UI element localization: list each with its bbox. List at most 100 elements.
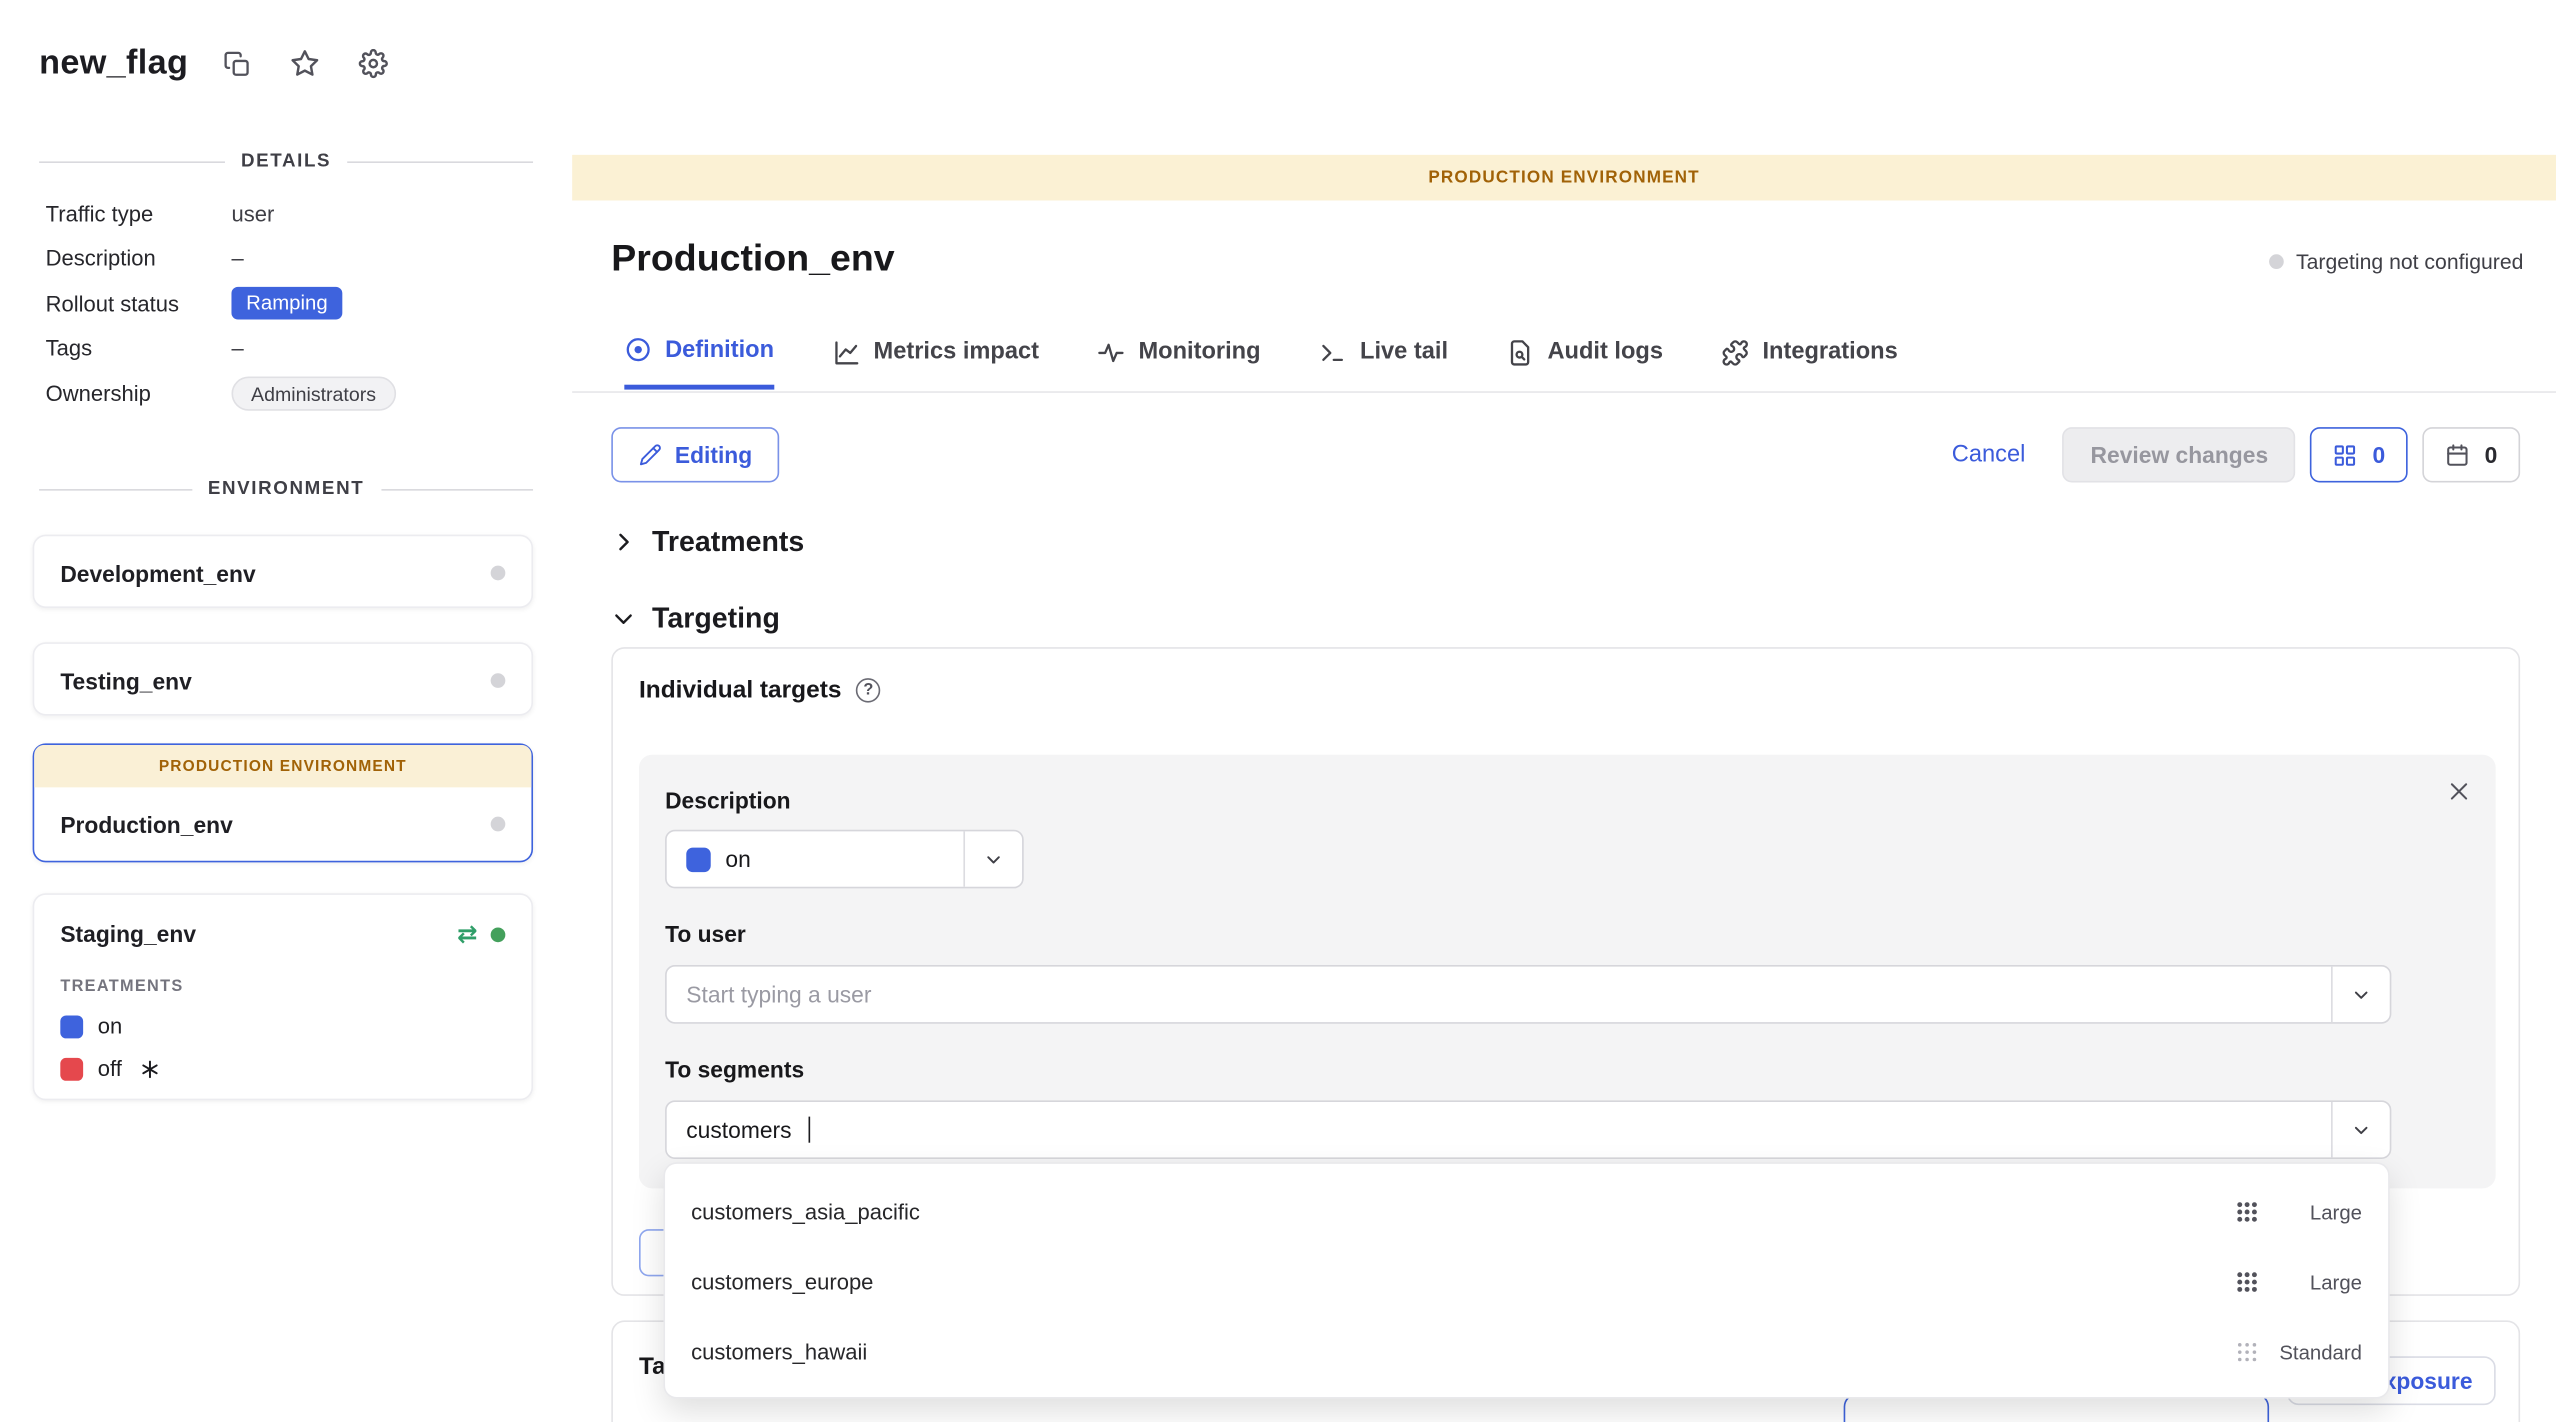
treatment-select-chevron[interactable]: [963, 831, 1022, 886]
details-section-header: DETAILS: [39, 152, 533, 172]
text-cursor: [808, 1117, 810, 1143]
treatments-caption: TREATMENTS: [34, 978, 531, 996]
live-tail-tab-icon: [1319, 338, 1347, 366]
chevron-right-icon: [611, 530, 635, 554]
treatment-off-swatch: [60, 1057, 83, 1080]
chevron-down-icon: [983, 848, 1004, 869]
to-user-input[interactable]: Start typing a user: [665, 965, 2391, 1024]
to-segments-input[interactable]: customers: [665, 1100, 2391, 1159]
grid-icon: [2333, 443, 2357, 467]
remove-target-button[interactable]: [2444, 776, 2475, 807]
treatment-select-value: on: [725, 846, 750, 872]
traffic-type-label: Traffic type: [46, 202, 232, 226]
description-row: Description –: [46, 243, 535, 274]
segment-grid-icon: [2236, 1271, 2257, 1292]
active-status-dot: [491, 927, 506, 942]
targeting-section-toggle[interactable]: Targeting: [611, 602, 780, 636]
to-segments-field-label: To segments: [665, 1056, 804, 1082]
segment-size-label: Large: [2277, 1271, 2362, 1294]
to-user-placeholder: Start typing a user: [686, 981, 871, 1007]
treatment-color-swatch: [686, 847, 710, 871]
env-card-development[interactable]: Development_env: [33, 535, 533, 608]
description-value: –: [231, 246, 243, 270]
status-dot: [491, 673, 506, 688]
tab-live-tail[interactable]: Live tail: [1319, 336, 1448, 390]
to-user-field-label: To user: [665, 921, 746, 947]
monitoring-tab-icon: [1098, 338, 1126, 366]
chevron-down-icon: [2351, 1119, 2372, 1140]
pencil-icon: [639, 443, 662, 466]
description-field-label: Description: [665, 787, 791, 813]
cancel-button[interactable]: Cancel: [1952, 442, 2026, 468]
segment-option-asia-pacific[interactable]: customers_asia_pacific Large: [665, 1177, 2388, 1247]
help-icon[interactable]: ?: [856, 678, 880, 702]
environment-title: ENVIRONMENT: [208, 479, 364, 499]
env-name: Testing_env: [60, 668, 191, 694]
definition-tab-icon: [624, 336, 652, 364]
status-dot: [2268, 254, 2283, 269]
env-card-testing[interactable]: Testing_env: [33, 642, 533, 715]
tab-monitoring[interactable]: Monitoring: [1098, 336, 1261, 390]
tab-definition[interactable]: Definition: [624, 336, 774, 390]
individual-targets-title: Individual targets ?: [639, 676, 881, 704]
treatments-section-toggle[interactable]: Treatments: [611, 525, 804, 559]
production-environment-label: PRODUCTION ENVIRONMENT: [34, 745, 531, 787]
segment-size-label: Large: [2277, 1201, 2362, 1224]
sidebar: DETAILS Traffic type user Description – …: [0, 0, 572, 1421]
layout-count-button[interactable]: 0: [2311, 427, 2408, 482]
status-dot: [491, 817, 506, 832]
treatment-on-label: on: [98, 1014, 123, 1038]
main-panel: PRODUCTION ENVIRONMENT Production_env Ta…: [572, 0, 2556, 1421]
individual-target-editor: Description on To user Start typing a us…: [639, 755, 2496, 1189]
chevron-down-icon: [611, 606, 635, 630]
rollout-status-row: Rollout status Ramping: [46, 287, 535, 320]
audit-logs-tab-icon: [1507, 338, 1535, 366]
env-card-staging[interactable]: Staging_env ⇄ TREATMENTS on off: [33, 893, 533, 1100]
review-changes-button[interactable]: Review changes: [2063, 427, 2296, 482]
sync-arrows-icon: ⇄: [457, 922, 478, 946]
environment-page-title: Production_env: [611, 236, 894, 280]
tab-integrations[interactable]: Integrations: [1722, 336, 1898, 390]
tab-audit-logs[interactable]: Audit logs: [1507, 336, 1663, 390]
to-segments-chevron[interactable]: [2331, 1102, 2390, 1157]
segment-grid-dotted-icon: [2236, 1342, 2257, 1363]
schedule-count-button[interactable]: 0: [2423, 427, 2520, 482]
treatment-select[interactable]: on: [665, 830, 1024, 889]
treatment-on-swatch: [60, 1015, 83, 1038]
details-list: Traffic type user Description – Rollout …: [46, 199, 535, 411]
targeting-status-text: Targeting not configured: [2296, 249, 2523, 273]
env-name: Production_env: [60, 811, 232, 837]
segment-option-hawaii[interactable]: customers_hawaii Standard: [665, 1317, 2388, 1387]
ownership-pill: Administrators: [231, 377, 395, 411]
details-title: DETAILS: [241, 152, 331, 172]
app-window: new_flag DETAILS Traffic type user Descr…: [0, 0, 2556, 1422]
to-segments-value: customers: [686, 1117, 791, 1143]
calendar-icon: [2445, 443, 2469, 467]
treatment-off-row: off: [34, 1056, 531, 1080]
production-environment-banner: PRODUCTION ENVIRONMENT: [572, 155, 2556, 201]
tags-label: Tags: [46, 336, 232, 360]
treatment-off-label: off: [98, 1056, 122, 1080]
segments-dropdown-menu: customers_asia_pacific Large customers_e…: [663, 1162, 2389, 1398]
tags-row: Tags –: [46, 333, 535, 364]
environment-section-header: ENVIRONMENT: [39, 479, 533, 499]
traffic-type-row: Traffic type user: [46, 199, 535, 230]
segment-size-label: Standard: [2277, 1341, 2362, 1364]
env-name: Staging_env: [60, 921, 196, 947]
ownership-row: Ownership Administrators: [46, 377, 535, 411]
rollout-status-badge: Ramping: [231, 287, 342, 320]
chevron-down-icon: [2351, 984, 2372, 1005]
segment-option-europe[interactable]: customers_europe Large: [665, 1247, 2388, 1317]
tab-metrics-impact[interactable]: Metrics impact: [833, 336, 1039, 390]
editing-button[interactable]: Editing: [611, 427, 780, 482]
to-user-chevron[interactable]: [2331, 967, 2390, 1022]
integrations-tab-icon: [1722, 338, 1750, 366]
treatment-on-row: on: [34, 1014, 531, 1038]
targeting-status: Targeting not configured: [2268, 249, 2523, 273]
close-icon: [2447, 779, 2471, 803]
edit-toolbar: Editing Cancel Review changes 0 0: [611, 427, 2520, 482]
segment-grid-icon: [2236, 1201, 2257, 1222]
env-card-production[interactable]: PRODUCTION ENVIRONMENT Production_env: [33, 743, 533, 862]
tags-value: –: [231, 336, 243, 360]
status-dot: [491, 566, 506, 581]
